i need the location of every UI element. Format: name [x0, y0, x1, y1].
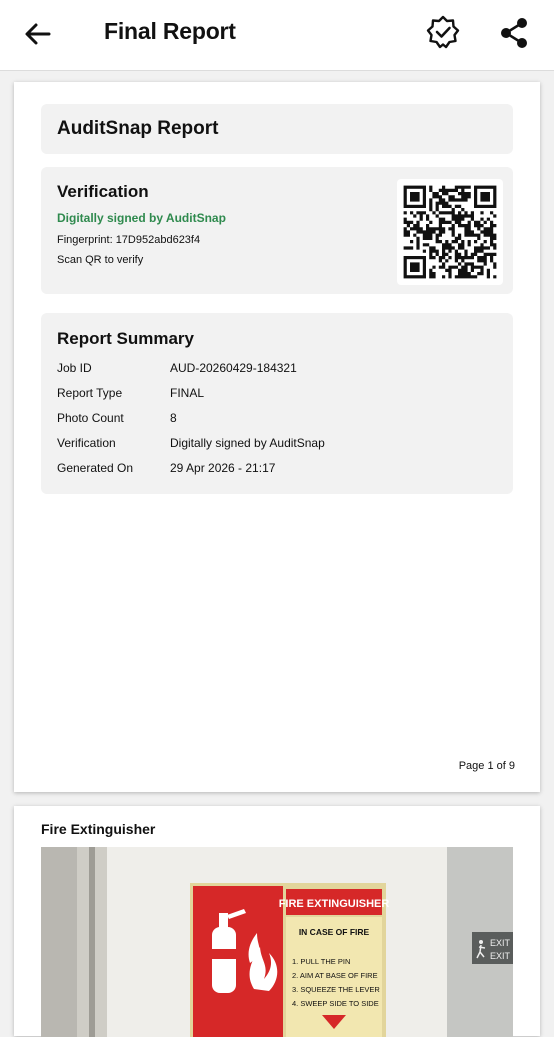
photo-caption: Fire Extinguisher	[41, 821, 156, 837]
summary-label: Photo Count	[57, 411, 124, 425]
arrow-left-icon[interactable]	[22, 18, 54, 50]
summary-label: Verification	[57, 436, 116, 450]
summary-label: Generated On	[57, 461, 134, 475]
app-bar: Final Report	[0, 0, 554, 71]
sign-step: 3. SQUEEZE THE LEVER	[292, 985, 380, 994]
sign-subheader: IN CASE OF FIRE	[299, 927, 370, 937]
exit-sign-text: EXIT	[490, 951, 511, 961]
report-summary-card: Report Summary Job ID AUD-20260429-18432…	[41, 313, 513, 494]
photo-scene: FIRE EXTINGUISHER IN CASE OF FIRE 1. PUL…	[41, 847, 513, 1037]
fire-extinguisher-photo[interactable]: FIRE EXTINGUISHER IN CASE OF FIRE 1. PUL…	[41, 847, 513, 1037]
scan-instruction: Scan QR to verify	[57, 254, 144, 266]
sign-header: FIRE EXTINGUISHER	[279, 898, 390, 910]
summary-value: FINAL	[170, 386, 205, 400]
sign-step: 2. AIM AT BASE OF FIRE	[292, 971, 378, 980]
page-indicator: Page 1 of 9	[458, 760, 515, 772]
report-page-2[interactable]: Fire Extinguisher FIRE EXTINGUISHER IN C…	[14, 806, 540, 1037]
verification-heading: Verification	[57, 182, 149, 201]
verified-badge-icon[interactable]	[426, 15, 460, 49]
brand-card: AuditSnap Report	[41, 104, 513, 154]
sign-step: 1. PULL THE PIN	[292, 957, 350, 966]
summary-value: 8	[170, 411, 177, 425]
summary-heading: Report Summary	[57, 329, 194, 348]
sign-step: 4. SWEEP SIDE TO SIDE	[292, 999, 379, 1008]
exit-sign: EXIT EXIT	[472, 932, 513, 964]
report-page-1[interactable]: AuditSnap Report Verification Digitally …	[14, 82, 540, 792]
summary-value: Digitally signed by AuditSnap	[170, 436, 325, 450]
summary-value: 29 Apr 2026 - 21:17	[170, 461, 276, 475]
share-icon[interactable]	[498, 16, 530, 50]
qr-code[interactable]	[397, 179, 503, 285]
screen-title: Final Report	[104, 18, 236, 44]
summary-value: AUD-20260429-184321	[170, 361, 297, 375]
qr-code-graphic	[403, 185, 497, 279]
verification-card: Verification Digitally signed by AuditSn…	[41, 167, 513, 294]
signature-status: Digitally signed by AuditSnap	[57, 211, 226, 225]
summary-label: Job ID	[57, 361, 92, 375]
exit-sign-text: EXIT	[490, 938, 511, 948]
fingerprint-text: Fingerprint: 17D952abd623f4	[57, 234, 201, 246]
report-brand-title: AuditSnap Report	[57, 118, 219, 139]
summary-label: Report Type	[57, 386, 123, 400]
